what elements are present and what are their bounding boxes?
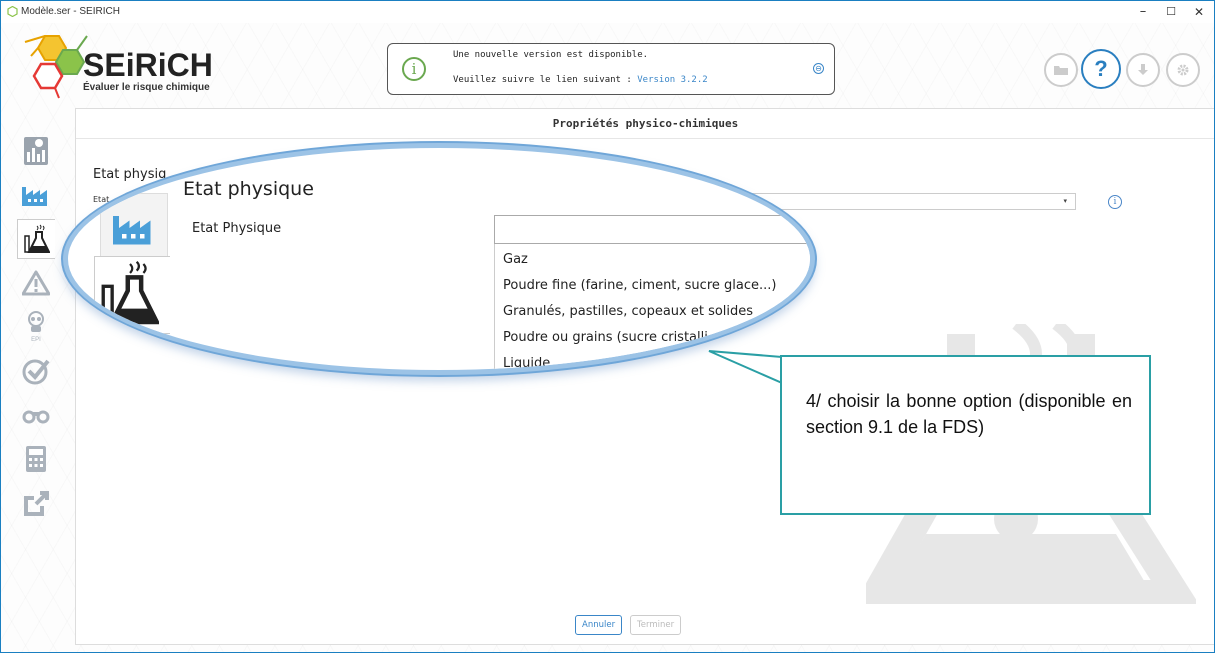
cancel-button[interactable]: Annuler [575, 615, 623, 635]
update-notice: i Une nouvelle version est disponible. V… [387, 43, 835, 95]
check-icon [22, 359, 50, 385]
option-poudre-grains[interactable]: Poudre ou grains (sucre cristalli [503, 330, 708, 345]
epi-icon: EPI [28, 311, 44, 343]
brand-name: SEiRiCH [83, 47, 213, 83]
rail-item-validation[interactable] [17, 351, 55, 391]
zoom-rail-item-factory [100, 193, 168, 257]
minimize-button[interactable]: – [1128, 3, 1158, 21]
warning-icon [22, 270, 50, 296]
zoom-etat-physique-select[interactable] [494, 215, 810, 244]
rail-item-export[interactable] [17, 483, 55, 523]
title-bar: Modèle.ser - SEIRICH – ☐ ✕ [1, 1, 1214, 23]
option-liquide[interactable]: Liquide [503, 356, 550, 370]
open-folder-button[interactable] [1044, 53, 1078, 87]
rail-item-epi[interactable]: EPI [17, 307, 55, 347]
help-button[interactable]: ? [1081, 49, 1121, 89]
maximize-button[interactable]: ☐ [1156, 3, 1186, 21]
notice-instruction: Veuillez suivre le lien suivant : Versio… [453, 75, 708, 85]
field-info-icon[interactable]: i [1108, 195, 1122, 209]
flask-icon [23, 224, 50, 253]
zoom-rail-item-products [94, 256, 170, 334]
app-icon [7, 6, 18, 17]
download-button[interactable] [1126, 53, 1160, 87]
settings-button[interactable] [1166, 53, 1200, 87]
calculator-icon [26, 446, 46, 472]
app-window: Modèle.ser - SEIRICH – ☐ ✕ SEiRiCH Évalu… [0, 0, 1215, 653]
dashboard-icon [24, 137, 48, 165]
factory-icon [113, 216, 151, 245]
zoom-section-heading: Etat physique [183, 178, 314, 200]
zoom-content: Etat physique Etat Physique Gaz Poudre f… [68, 148, 810, 370]
epi-label: EPI [31, 337, 41, 343]
annotation-box: 4/ choisir la bonne option (disponible e… [780, 355, 1151, 515]
export-icon [24, 491, 49, 516]
finish-button[interactable]: Terminer [630, 615, 682, 635]
folder-icon [1054, 66, 1068, 75]
panel-title: Propriétés physico-chimiques [552, 117, 739, 130]
panel-divider [76, 138, 1214, 139]
zoom-field-label: Etat Physique [192, 221, 282, 236]
window-title: Modèle.ser - SEIRICH [21, 6, 120, 17]
option-granules[interactable]: Granulés, pastilles, copeaux et solides [503, 304, 753, 319]
rail-item-dashboard[interactable] [17, 131, 55, 171]
rail-item-search[interactable] [17, 395, 55, 435]
rail-item-risks[interactable] [17, 263, 55, 303]
download-icon [1138, 64, 1148, 75]
annotation-text: 4/ choisir la bonne option (disponible e… [806, 391, 1132, 437]
molecule-logo-icon [24, 35, 88, 99]
info-icon: i [402, 57, 426, 81]
rail-item-products[interactable] [17, 219, 55, 259]
binoculars-icon [22, 410, 50, 424]
brand-tagline: Évaluer le risque chimique [83, 82, 210, 93]
version-link[interactable]: Version 3.2.2 [637, 75, 707, 85]
option-gaz[interactable]: Gaz [503, 252, 528, 267]
seirich-logo: SEiRiCH Évaluer le risque chimique [23, 23, 233, 103]
notice-close-icon[interactable]: ⊖ [813, 63, 824, 74]
gear-icon [1177, 64, 1189, 76]
help-icon: ? [1094, 56, 1108, 81]
chevron-down-icon: ▾ [1063, 197, 1067, 205]
notice-instruction-text: Veuillez suivre le lien suivant : [453, 75, 638, 85]
flask-icon [101, 260, 159, 325]
factory-icon [22, 187, 47, 206]
rail-item-calculator[interactable] [17, 439, 55, 479]
close-button[interactable]: ✕ [1184, 3, 1214, 21]
option-poudre-fine[interactable]: Poudre fine (farine, ciment, sucre glace… [503, 278, 776, 293]
notice-message: Une nouvelle version est disponible. [453, 50, 649, 60]
rail-item-factory[interactable] [17, 175, 55, 215]
